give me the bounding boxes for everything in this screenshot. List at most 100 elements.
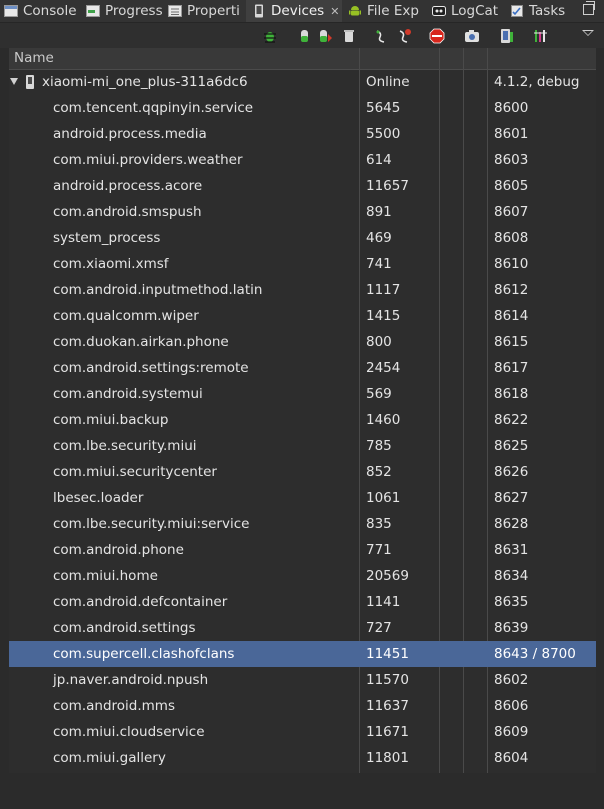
process-port: 8615 xyxy=(494,334,529,350)
view-tab-bar: Console Progress Properti Devices ✕ File… xyxy=(0,0,604,23)
process-port: 8601 xyxy=(494,126,529,142)
tab-devices[interactable]: Devices ✕ xyxy=(246,0,342,22)
process-name: com.duokan.airkan.phone xyxy=(53,334,229,350)
process-name: com.android.mms xyxy=(53,698,175,714)
table-row[interactable]: com.miui.backup 1460 8622 xyxy=(9,407,596,433)
tab-properties[interactable]: Properti xyxy=(168,0,240,22)
dump-hprof-icon[interactable] xyxy=(318,28,334,44)
process-pid: 614 xyxy=(366,152,392,168)
process-name: com.miui.backup xyxy=(53,412,169,428)
process-port: 8602 xyxy=(494,672,529,688)
process-pid: 2454 xyxy=(366,360,401,376)
process-pid: 11671 xyxy=(366,724,409,740)
process-pid: 771 xyxy=(366,542,392,558)
table-row[interactable]: com.miui.cloudservice 11671 8609 xyxy=(9,719,596,745)
table-row[interactable]: com.lbe.security.miui:service 835 8628 xyxy=(9,511,596,537)
debug-process-icon[interactable] xyxy=(262,28,278,44)
tab-console[interactable]: Console xyxy=(4,0,80,22)
column-header-3[interactable] xyxy=(441,48,464,69)
update-heap-icon[interactable] xyxy=(297,28,313,44)
table-row[interactable]: com.miui.providers.weather 614 8603 xyxy=(9,147,596,173)
process-pid: 852 xyxy=(366,464,392,480)
process-name: com.miui.cloudservice xyxy=(53,724,205,740)
maximize-view-button[interactable] xyxy=(583,1,595,15)
table-row[interactable]: lbesec.loader 1061 8627 xyxy=(9,485,596,511)
table-row[interactable]: com.qualcomm.wiper 1415 8614 xyxy=(9,303,596,329)
table-row[interactable]: com.lbe.security.miui 785 8625 xyxy=(9,433,596,459)
devices-tree-table: Name xiaomi-mi_one_plus-311a6dc6 Online … xyxy=(9,48,596,773)
table-row[interactable]: system_process 469 8608 xyxy=(9,225,596,251)
process-name: jp.naver.android.npush xyxy=(53,672,209,688)
cause-gc-icon[interactable] xyxy=(341,28,357,44)
start-method-profiling-icon[interactable] xyxy=(397,28,413,44)
systrace-icon[interactable] xyxy=(533,28,549,44)
devices-toolbar xyxy=(0,23,604,48)
process-port: 8609 xyxy=(494,724,529,740)
table-row[interactable]: com.tencent.qqpinyin.service 5645 8600 xyxy=(9,95,596,121)
tab-tasks[interactable]: Tasks xyxy=(510,0,570,22)
table-row[interactable]: com.miui.securitycenter 852 8626 xyxy=(9,459,596,485)
table-row[interactable]: jp.naver.android.npush 11570 8602 xyxy=(9,667,596,693)
column-header-4[interactable] xyxy=(465,48,488,69)
process-port: 8606 xyxy=(494,698,529,714)
tab-progress[interactable]: Progress xyxy=(86,0,164,22)
device-row[interactable]: xiaomi-mi_one_plus-311a6dc6 Online 4.1.2… xyxy=(9,69,596,95)
process-port: 8626 xyxy=(494,464,529,480)
process-port: 8635 xyxy=(494,594,529,610)
process-pid: 1117 xyxy=(366,282,401,298)
process-port: 8643 / 8700 xyxy=(494,646,576,662)
tab-label: Devices xyxy=(271,3,325,19)
column-header-5[interactable] xyxy=(489,48,596,69)
dump-view-hierarchy-icon[interactable] xyxy=(499,28,515,44)
process-name: com.xiaomi.xmsf xyxy=(53,256,169,272)
table-row[interactable]: com.miui.gallery 11801 8604 xyxy=(9,745,596,771)
process-port: 8600 xyxy=(494,100,529,116)
process-name: com.tencent.qqpinyin.service xyxy=(53,100,254,116)
update-threads-icon[interactable] xyxy=(374,28,390,44)
process-port: 8627 xyxy=(494,490,529,506)
process-port: 8622 xyxy=(494,412,529,428)
table-row[interactable]: com.android.defcontainer 1141 8635 xyxy=(9,589,596,615)
devices-icon xyxy=(252,4,266,18)
process-pid: 741 xyxy=(366,256,392,272)
process-name: lbesec.loader xyxy=(53,490,144,506)
android-icon xyxy=(348,4,362,18)
table-row[interactable]: com.android.settings:remote 2454 8617 xyxy=(9,355,596,381)
table-row[interactable]: com.android.phone 771 8631 xyxy=(9,537,596,563)
process-name: system_process xyxy=(53,230,161,246)
table-row[interactable]: android.process.acore 11657 8605 xyxy=(9,173,596,199)
table-row[interactable]: com.android.settings 727 8639 xyxy=(9,615,596,641)
device-status: Online xyxy=(366,74,410,90)
table-row[interactable]: android.process.media 5500 8601 xyxy=(9,121,596,147)
table-row[interactable]: com.xiaomi.xmsf 741 8610 xyxy=(9,251,596,277)
table-row[interactable]: com.android.systemui 569 8618 xyxy=(9,381,596,407)
close-icon[interactable]: ✕ xyxy=(330,5,339,18)
table-row[interactable]: com.android.mms 11637 8606 xyxy=(9,693,596,719)
device-name: xiaomi-mi_one_plus-311a6dc6 xyxy=(42,74,248,90)
stop-process-icon[interactable] xyxy=(429,28,445,44)
view-menu-icon[interactable] xyxy=(582,30,594,36)
table-row[interactable]: com.supercell.clashofclans 11451 8643 / 87… xyxy=(9,641,596,667)
process-pid: 5500 xyxy=(366,126,401,142)
tab-logcat[interactable]: LogCat xyxy=(432,0,504,22)
screen-capture-icon[interactable] xyxy=(464,28,480,44)
process-port: 8625 xyxy=(494,438,529,454)
table-row[interactable]: com.duokan.airkan.phone 800 8615 xyxy=(9,329,596,355)
process-name: com.android.inputmethod.latin xyxy=(53,282,263,298)
process-port: 8610 xyxy=(494,256,529,272)
collapse-arrow-icon[interactable] xyxy=(10,78,18,85)
tab-file-explorer[interactable]: File Exp xyxy=(348,0,426,22)
column-header-name[interactable]: Name xyxy=(9,48,359,69)
process-pid: 1061 xyxy=(366,490,401,506)
table-row[interactable]: com.miui.home 20569 8634 xyxy=(9,563,596,589)
process-pid: 785 xyxy=(366,438,392,454)
process-name: com.android.smspush xyxy=(53,204,202,220)
process-name: android.process.media xyxy=(53,126,207,142)
table-header: Name xyxy=(9,48,596,70)
logcat-icon xyxy=(432,4,446,18)
column-header-2[interactable] xyxy=(360,48,440,69)
table-row[interactable]: com.android.smspush 891 8607 xyxy=(9,199,596,225)
process-name: com.android.phone xyxy=(53,542,184,558)
process-port: 8614 xyxy=(494,308,529,324)
table-row[interactable]: com.android.inputmethod.latin 1117 8612 xyxy=(9,277,596,303)
